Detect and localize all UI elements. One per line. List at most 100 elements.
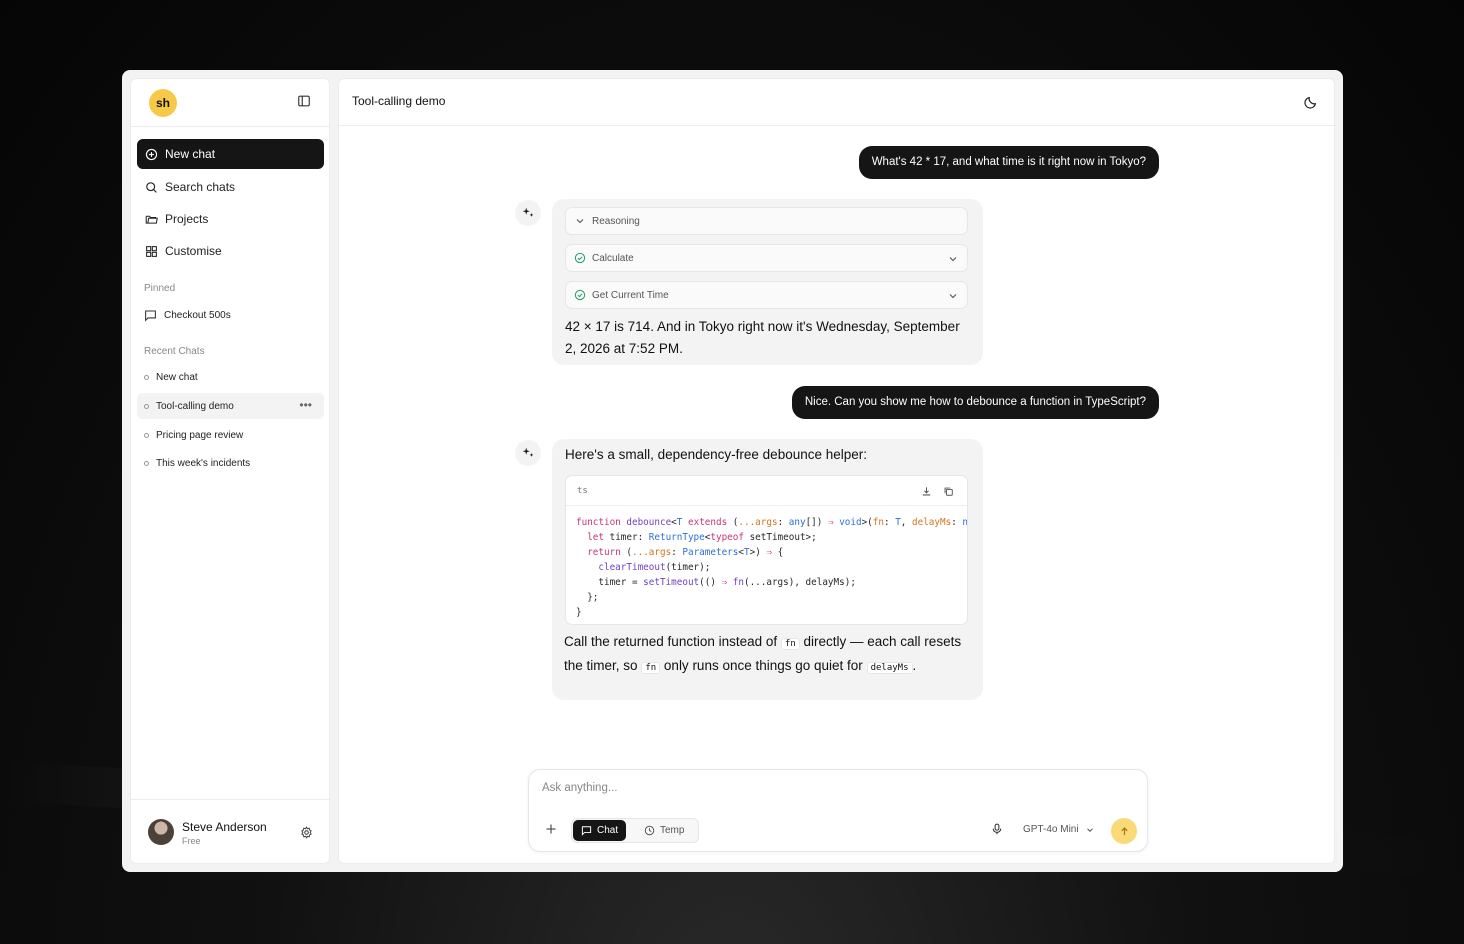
- user-message: Nice. Can you show me how to debounce a …: [791, 386, 1159, 419]
- tool-call-get-current-time[interactable]: Get Current Time: [565, 281, 968, 309]
- code-line: }: [576, 607, 582, 618]
- search-chats-button[interactable]: Search chats: [137, 172, 324, 202]
- code-language-label: ts: [577, 486, 588, 496]
- recent-chat-item[interactable]: New chat: [137, 364, 324, 390]
- projects-label: Projects: [165, 212, 209, 226]
- recent-chat-item[interactable]: Pricing page review: [137, 422, 324, 448]
- recent-chat-label: Pricing page review: [156, 429, 244, 441]
- inline-code-fn: fn: [780, 638, 800, 650]
- code-line: return (...args: Parameters<T>) ⇒ {: [587, 547, 784, 558]
- sidebar-divider: [131, 126, 331, 127]
- recent-chats-label: Recent Chats: [144, 346, 205, 357]
- chevron-down-icon: [949, 257, 957, 262]
- sparkles-icon: [522, 207, 534, 217]
- code-line: let timer: ReturnType<typeof setTimeout>…: [587, 532, 817, 543]
- user-message: What's 42 * 17, and what time is it righ…: [858, 146, 1159, 179]
- moon-icon[interactable]: [1304, 95, 1318, 109]
- new-chat-button[interactable]: New chat: [137, 139, 324, 169]
- recent-chat-label: New chat: [156, 371, 198, 383]
- code-line: clearTimeout(timer);: [598, 562, 711, 573]
- grid-icon: [146, 245, 157, 257]
- user-plan: Free: [182, 836, 201, 846]
- chevron-down-icon: [1086, 827, 1093, 832]
- clock-icon: [644, 825, 655, 836]
- assistant-avatar: [515, 440, 541, 466]
- recent-chat-label: This week's incidents: [156, 457, 251, 469]
- user-name: Steve Anderson: [182, 820, 267, 834]
- assistant-avatar: [515, 200, 541, 226]
- mode-switch: Chat Temp: [571, 818, 699, 843]
- tool-label: Reasoning: [592, 215, 640, 227]
- plus-circle-icon: [145, 148, 158, 160]
- chat-dot-icon: [144, 374, 149, 380]
- pinned-label: Pinned: [144, 283, 176, 294]
- copy-icon[interactable]: [943, 486, 954, 497]
- check-circle-icon: [574, 289, 586, 301]
- recent-chat-label: Tool-calling demo: [156, 400, 234, 412]
- inline-code-delay: delayMs: [866, 662, 913, 674]
- download-icon[interactable]: [921, 486, 932, 497]
- tool-label: Get Current Time: [592, 289, 669, 301]
- code-block-header: ts: [566, 476, 967, 506]
- message-composer: Chat Temp GPT-4o Mini: [528, 769, 1148, 852]
- assistant-message: Reasoning Calculate Get Current Time 42 …: [552, 199, 983, 365]
- model-selector[interactable]: GPT-4o Mini: [1023, 824, 1095, 835]
- check-circle-icon: [574, 252, 586, 264]
- search-icon: [146, 181, 157, 193]
- chat-dot-icon: [144, 403, 149, 409]
- pinned-item-label: Checkout 500s: [164, 309, 231, 321]
- send-button[interactable]: [1111, 818, 1137, 844]
- assistant-outro-text: Call the returned function instead of fn…: [564, 631, 964, 679]
- model-name: GPT-4o Mini: [1023, 824, 1079, 835]
- app-logo[interactable]: sh: [149, 89, 177, 117]
- assistant-message: Here's a small, dependency-free debounce…: [552, 439, 983, 700]
- gear-icon[interactable]: [300, 826, 313, 839]
- outro-text-part: .: [912, 658, 917, 673]
- assistant-intro-text: Here's a small, dependency-free debounce…: [565, 447, 868, 462]
- message-square-icon: [581, 826, 592, 836]
- more-options-icon[interactable]: •••: [299, 399, 312, 411]
- chat-dot-icon: [144, 432, 149, 438]
- sidebar-footer-divider: [131, 799, 331, 800]
- recent-chat-item[interactable]: This week's incidents: [137, 450, 324, 476]
- app-window: sh New chat Search chats Projects Custom…: [122, 70, 1343, 872]
- outro-text-part: only runs once things go quiet for: [663, 658, 863, 673]
- page-title: Tool-calling demo: [352, 94, 446, 108]
- code-line: };: [576, 592, 599, 603]
- temp-mode-button[interactable]: Temp: [636, 820, 692, 841]
- chevron-down-icon: [576, 219, 584, 224]
- new-chat-label: New chat: [165, 147, 216, 161]
- recent-chat-item-active[interactable]: Tool-calling demo •••: [137, 393, 324, 419]
- code-block: ts function debounce<T extends (...args:…: [565, 475, 968, 625]
- customise-button[interactable]: Customise: [137, 236, 324, 266]
- chat-panel: Tool-calling demo What's 42 * 17, and wh…: [338, 78, 1336, 864]
- reasoning-toggle[interactable]: Reasoning: [565, 207, 968, 235]
- tool-label: Calculate: [592, 252, 634, 264]
- pinned-item-checkout[interactable]: Checkout 500s: [137, 302, 324, 328]
- temp-mode-label: Temp: [660, 825, 685, 836]
- outro-text-part: Call the returned function instead of: [564, 634, 778, 649]
- microphone-icon[interactable]: [991, 823, 1003, 835]
- message-input[interactable]: [542, 782, 1132, 794]
- inline-code-fn: fn: [641, 662, 661, 674]
- chat-mode-button[interactable]: Chat: [573, 820, 627, 841]
- assistant-answer-text: 42 × 17 is 714. And in Tokyo right now i…: [565, 319, 960, 356]
- arrow-up-icon: [1120, 826, 1128, 835]
- chevron-down-icon: [949, 294, 957, 299]
- tool-call-calculate[interactable]: Calculate: [565, 244, 968, 272]
- sidebar-toggle-icon[interactable]: [297, 94, 311, 108]
- chat-mode-label: Chat: [597, 825, 619, 836]
- header-divider: [339, 125, 1336, 126]
- avatar[interactable]: [148, 819, 174, 845]
- message-square-icon: [145, 310, 156, 322]
- code-line: function debounce<T extends (...args: an…: [576, 517, 968, 528]
- search-chats-label: Search chats: [165, 180, 236, 194]
- customise-label: Customise: [165, 244, 222, 258]
- code-line: timer = setTimeout(() ⇒ fn(...args), del…: [576, 577, 856, 588]
- projects-button[interactable]: Projects: [137, 204, 324, 234]
- folder-icon: [145, 215, 158, 224]
- sparkles-icon: [522, 447, 534, 457]
- chat-dot-icon: [144, 460, 149, 466]
- sidebar: sh New chat Search chats Projects Custom…: [130, 78, 331, 864]
- plus-icon[interactable]: [545, 823, 557, 835]
